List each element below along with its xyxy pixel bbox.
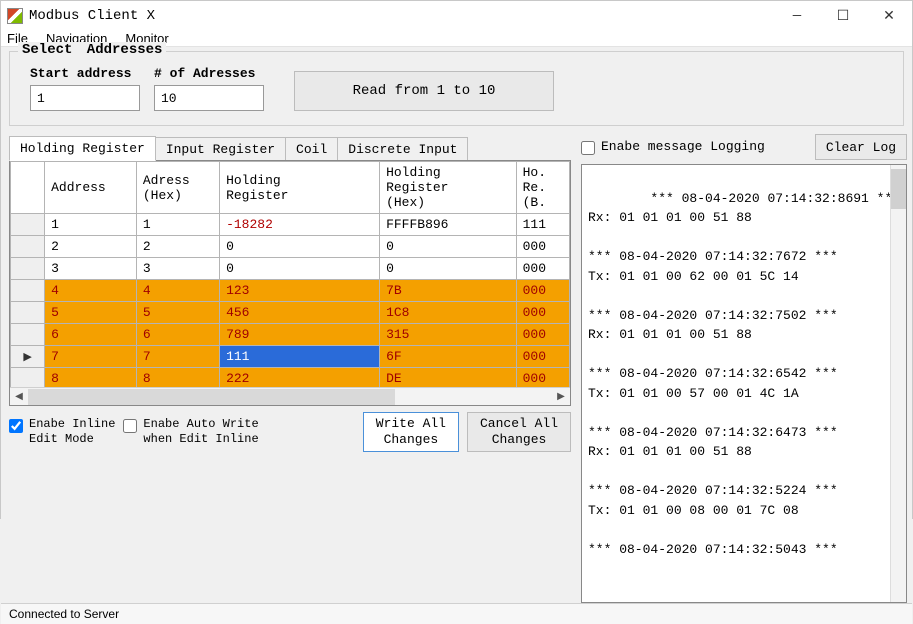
count-label: # of Adresses: [154, 66, 264, 81]
cell[interactable]: 3: [136, 258, 219, 280]
cell[interactable]: [11, 324, 45, 346]
cell[interactable]: 000: [516, 258, 569, 280]
col-address-hex[interactable]: Adress (Hex): [136, 162, 219, 214]
table-row[interactable]: 66789315000: [11, 324, 570, 346]
read-button[interactable]: Read from 1 to 10: [294, 71, 554, 111]
table-row[interactable]: 11-18282FFFFB896111: [11, 214, 570, 236]
app-icon: [7, 8, 23, 24]
write-all-button[interactable]: Write All Changes: [363, 412, 459, 452]
cell[interactable]: 000: [516, 346, 569, 368]
cell[interactable]: 6F: [380, 346, 517, 368]
cell[interactable]: 0: [380, 236, 517, 258]
tab-holding-register[interactable]: Holding Register: [9, 136, 156, 161]
register-tabs: Holding Register Input Register Coil Dis…: [9, 134, 571, 160]
log-textbox[interactable]: *** 08-04-2020 07:14:32:8691 *** Rx: 01 …: [581, 164, 907, 603]
cell[interactable]: 1: [45, 214, 137, 236]
auto-write-checkbox[interactable]: Enabe Auto Write when Edit Inline: [123, 417, 258, 447]
start-address-label: Start address: [30, 66, 140, 81]
cell[interactable]: 000: [516, 302, 569, 324]
cell[interactable]: 8: [136, 368, 219, 388]
cell[interactable]: 0: [220, 258, 380, 280]
log-content: *** 08-04-2020 07:14:32:8691 *** Rx: 01 …: [588, 191, 900, 557]
cell[interactable]: FFFFB896: [380, 214, 517, 236]
col-holding-bin[interactable]: Ho. Re. (B.: [516, 162, 569, 214]
cell[interactable]: 2: [45, 236, 137, 258]
col-holding[interactable]: Holding Register: [220, 162, 380, 214]
cell[interactable]: 4: [45, 280, 137, 302]
group-legend: Select Addresses: [18, 42, 166, 58]
cell[interactable]: DE: [380, 368, 517, 388]
cell[interactable]: 2: [136, 236, 219, 258]
table-row[interactable]: 554561C8000: [11, 302, 570, 324]
cell[interactable]: 6: [136, 324, 219, 346]
cell[interactable]: 8: [45, 368, 137, 388]
table-row[interactable]: 441237B000: [11, 280, 570, 302]
cell[interactable]: 7: [45, 346, 137, 368]
cell[interactable]: [11, 258, 45, 280]
cell[interactable]: 456: [220, 302, 380, 324]
maximize-button[interactable]: ☐: [820, 1, 866, 31]
message-logging-checkbox[interactable]: Enabe message Logging: [581, 139, 765, 155]
log-vertical-scrollbar[interactable]: [890, 165, 906, 602]
cell[interactable]: [11, 214, 45, 236]
close-button[interactable]: ✕: [866, 1, 912, 31]
window-title: Modbus Client X: [29, 8, 155, 24]
cell[interactable]: 123: [220, 280, 380, 302]
cell[interactable]: ▶: [11, 346, 45, 368]
table-row[interactable]: 88222DE000: [11, 368, 570, 388]
tab-discrete-input[interactable]: Discrete Input: [337, 137, 468, 161]
table-row[interactable]: 2200000: [11, 236, 570, 258]
register-grid[interactable]: Address Adress (Hex) Holding Register Ho…: [9, 160, 571, 406]
cell[interactable]: 0: [380, 258, 517, 280]
cell[interactable]: 000: [516, 368, 569, 388]
cell[interactable]: 0: [220, 236, 380, 258]
inline-edit-checkbox[interactable]: Enabe Inline Edit Mode: [9, 417, 115, 447]
cell[interactable]: 6: [45, 324, 137, 346]
status-bar: Connected to Server: [1, 603, 912, 624]
table-row[interactable]: 3300000: [11, 258, 570, 280]
cell[interactable]: 111: [516, 214, 569, 236]
cell[interactable]: [11, 302, 45, 324]
cell[interactable]: 000: [516, 236, 569, 258]
address-count-input[interactable]: [154, 85, 264, 111]
cell[interactable]: 315: [380, 324, 517, 346]
tab-coil[interactable]: Coil: [285, 137, 338, 161]
table-row[interactable]: ▶771116F000: [11, 346, 570, 368]
cell[interactable]: 3: [45, 258, 137, 280]
window-controls: — ☐ ✕: [774, 1, 912, 31]
cell[interactable]: 1: [136, 214, 219, 236]
cell[interactable]: 1C8: [380, 302, 517, 324]
scroll-left-icon[interactable]: ◀: [10, 389, 28, 405]
title-bar: Modbus Client X — ☐ ✕: [1, 1, 912, 31]
minimize-button[interactable]: —: [774, 1, 820, 31]
scroll-right-icon[interactable]: ▶: [552, 389, 570, 405]
col-selector[interactable]: [11, 162, 45, 214]
cell[interactable]: 7B: [380, 280, 517, 302]
cancel-all-button[interactable]: Cancel All Changes: [467, 412, 571, 452]
cell[interactable]: 222: [220, 368, 380, 388]
cell[interactable]: 000: [516, 280, 569, 302]
cell[interactable]: 789: [220, 324, 380, 346]
select-addresses-group: Select Addresses Start address # of Adre…: [9, 51, 904, 126]
cell[interactable]: -18282: [220, 214, 380, 236]
col-holding-hex[interactable]: Holding Register (Hex): [380, 162, 517, 214]
cell[interactable]: [11, 368, 45, 388]
cell[interactable]: 5: [45, 302, 137, 324]
status-text: Connected to Server: [9, 607, 119, 621]
tab-input-register[interactable]: Input Register: [155, 137, 286, 161]
cell[interactable]: 7: [136, 346, 219, 368]
cell[interactable]: [11, 280, 45, 302]
start-address-input[interactable]: [30, 85, 140, 111]
cell[interactable]: 4: [136, 280, 219, 302]
cell[interactable]: 5: [136, 302, 219, 324]
cell[interactable]: 000: [516, 324, 569, 346]
cell[interactable]: [11, 236, 45, 258]
cell[interactable]: 111: [220, 346, 380, 368]
clear-log-button[interactable]: Clear Log: [815, 134, 907, 160]
grid-horizontal-scrollbar[interactable]: ◀ ▶: [10, 387, 570, 405]
col-address[interactable]: Address: [45, 162, 137, 214]
